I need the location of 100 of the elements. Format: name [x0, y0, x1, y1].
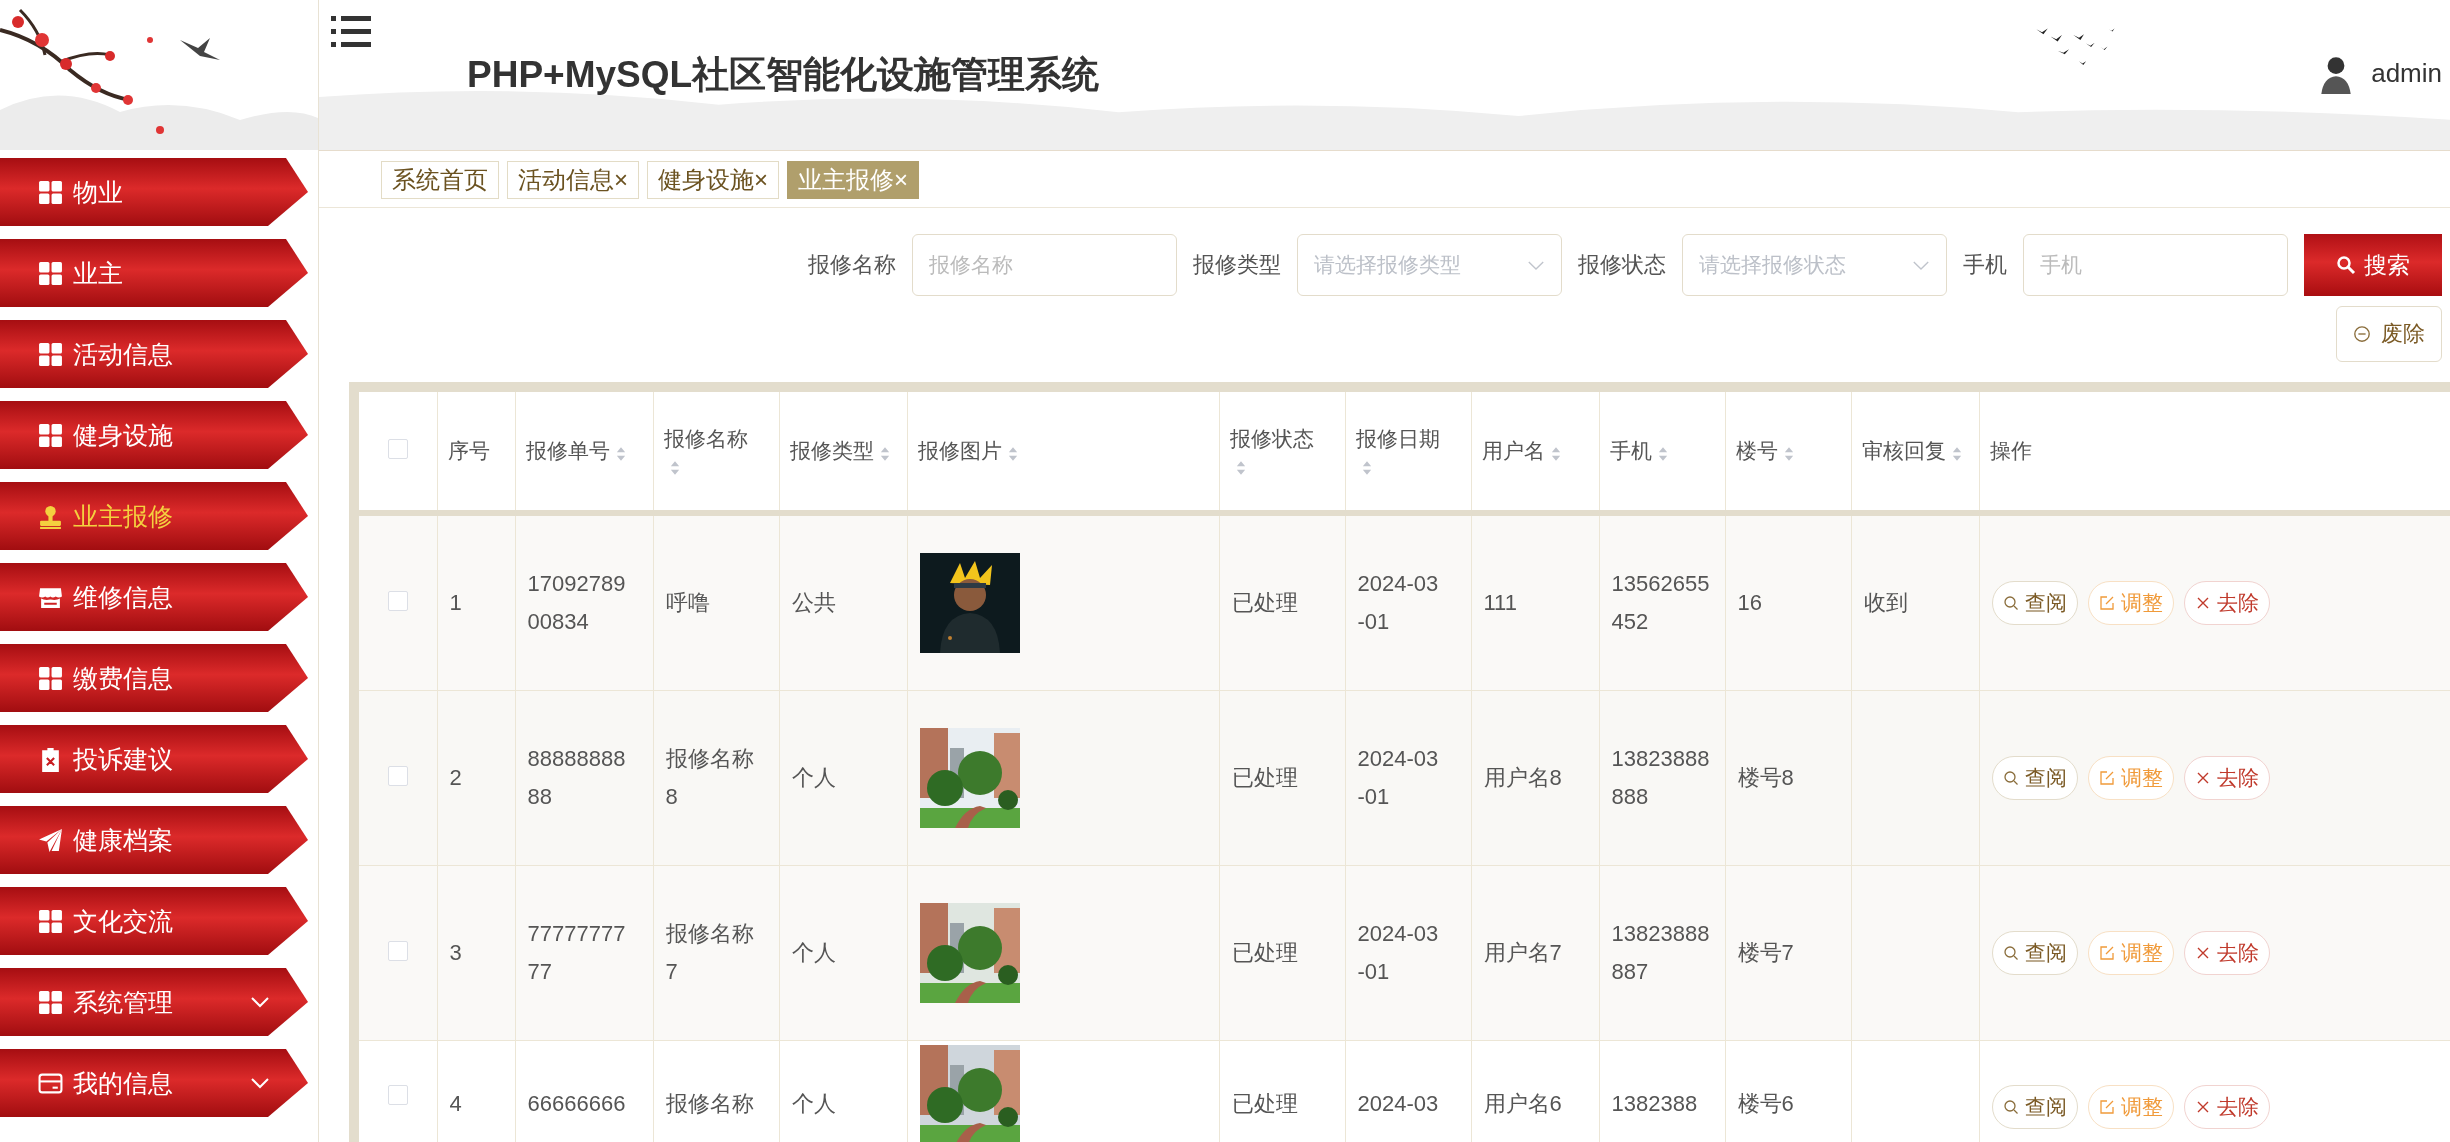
table-cell-text: 2024-03-01 — [1357, 570, 1440, 636]
column-header: 报修状态 — [1229, 427, 1314, 450]
username[interactable]: admin — [2371, 57, 2442, 89]
sort-icon[interactable] — [1007, 446, 1018, 463]
sort-icon[interactable] — [1951, 446, 1962, 463]
view-button[interactable]: 查阅 — [1991, 1085, 2078, 1129]
table-cell-text: 66666666 — [527, 1090, 627, 1118]
sort-icon[interactable] — [1235, 460, 1246, 477]
field-label: 报修状态 — [1578, 251, 1666, 279]
column-header: 报修名称 — [663, 427, 748, 450]
table-cell-text: 已处理 — [1231, 939, 1299, 967]
sort-icon[interactable] — [669, 460, 680, 477]
sidebar-item[interactable]: 健身设施 — [0, 401, 308, 469]
table-cell-text: 个人 — [791, 764, 837, 792]
delete-button[interactable]: 去除 — [2183, 931, 2270, 975]
table-cell-text: 2024-03 — [1357, 1090, 1440, 1118]
column-header: 报修图片 — [917, 439, 1002, 462]
search-icon — [2336, 255, 2356, 275]
search-icon — [2002, 945, 2019, 961]
chevron-down-icon — [1912, 259, 1930, 271]
column-header: 审核回复 — [1861, 439, 1946, 462]
sort-icon[interactable] — [1550, 446, 1561, 463]
sidebar-item[interactable]: 文化交流 — [0, 887, 308, 955]
tab[interactable]: 业主报修× — [787, 161, 920, 199]
table-cell-text: 楼号7 — [1737, 939, 1795, 967]
table-cell-text: 2024-03-01 — [1357, 920, 1440, 986]
column-header: 楼号 — [1735, 439, 1778, 462]
search-icon — [2002, 1099, 2019, 1115]
delete-button[interactable]: 去除 — [2183, 756, 2270, 800]
system-title: PHP+MySQL社区智能化设施管理系统 — [467, 53, 1100, 97]
chevron-down-icon — [250, 1077, 270, 1089]
delete-button[interactable]: 去除 — [2183, 581, 2270, 625]
delete-button[interactable]: 废除 — [2336, 306, 2442, 362]
sort-icon[interactable] — [615, 446, 626, 463]
sidebar-item[interactable]: 系统管理 — [0, 968, 308, 1036]
table-cell-text: 用户名6 — [1483, 1090, 1563, 1118]
grid-icon — [38, 665, 63, 691]
stamp-icon — [38, 503, 63, 529]
sort-icon[interactable] — [1783, 446, 1794, 463]
table-cell-text: 4 — [449, 1090, 463, 1118]
sidebar-item[interactable]: 业主报修 — [0, 482, 308, 550]
input-field[interactable]: 手机 — [2023, 234, 2288, 296]
table-cell-text: 报修名称7 — [665, 920, 755, 986]
view-button[interactable]: 查阅 — [1991, 581, 2078, 625]
delete-button[interactable]: 去除 — [2183, 1085, 2270, 1129]
tab[interactable]: 系统首页 — [381, 161, 499, 199]
table-cell-text: 13562655452 — [1611, 570, 1711, 636]
search-icon — [2002, 595, 2019, 611]
checkbox[interactable] — [387, 765, 408, 786]
sidebar-item[interactable]: 我的信息 — [0, 1049, 308, 1117]
column-header: 序号 — [447, 439, 490, 462]
table-cell-text: 111 — [1483, 589, 1518, 617]
sort-icon[interactable] — [1657, 446, 1668, 463]
checkbox[interactable] — [387, 438, 408, 459]
sort-icon[interactable] — [879, 446, 890, 463]
table-cell-text: 个人 — [791, 1090, 837, 1118]
table-cell-text: 公共 — [791, 589, 837, 617]
sidebar-item[interactable]: 投诉建议 — [0, 725, 308, 793]
table-cell-text: 报修名称 — [665, 1090, 755, 1118]
paper-plane-icon — [38, 827, 63, 853]
chevron-down-icon — [1527, 259, 1545, 271]
checkbox[interactable] — [387, 1085, 408, 1105]
sidebar-item[interactable]: 业主 — [0, 239, 308, 307]
checkbox[interactable] — [387, 940, 408, 961]
sidebar-item[interactable]: 缴费信息 — [0, 644, 308, 712]
sidebar-item[interactable]: 物业 — [0, 158, 308, 226]
column-header: 用户名 — [1481, 439, 1545, 462]
table-cell-text: 个人 — [791, 939, 837, 967]
grid-icon — [38, 341, 63, 367]
field-label: 报修名称 — [808, 251, 896, 279]
table-cell-text: 已处理 — [1231, 764, 1299, 792]
table-cell-text: 1382388 — [1611, 1090, 1699, 1118]
grid-icon — [38, 179, 63, 205]
column-header: 报修单号 — [525, 439, 610, 462]
view-button[interactable]: 查阅 — [1991, 931, 2078, 975]
table-cell-text: 8888888888 — [527, 745, 627, 811]
edit-icon — [2098, 1099, 2115, 1115]
table-cell-text: 用户名7 — [1483, 939, 1563, 967]
grid-icon — [38, 422, 63, 448]
search-button[interactable]: 搜索 — [2304, 234, 2442, 296]
table-cell-text: 7777777777 — [527, 920, 627, 986]
menu-icon[interactable] — [331, 16, 371, 48]
sidebar-item[interactable]: 健康档案 — [0, 806, 308, 874]
view-button[interactable]: 查阅 — [1991, 756, 2078, 800]
checkbox[interactable] — [387, 590, 408, 611]
sidebar-item[interactable]: 维修信息 — [0, 563, 308, 631]
edit-icon — [2098, 595, 2115, 611]
table-cell-text: 2 — [449, 764, 463, 792]
column-header: 操作 — [1989, 439, 2032, 462]
tab[interactable]: 活动信息× — [507, 161, 639, 199]
search-icon — [2002, 770, 2019, 786]
tab[interactable]: 健身设施× — [647, 161, 780, 199]
column-header: 手机 — [1609, 439, 1652, 462]
sidebar-item[interactable]: 活动信息 — [0, 320, 308, 388]
table-cell-text: 楼号8 — [1737, 764, 1795, 792]
input-field[interactable]: 报修名称 — [912, 234, 1177, 296]
table-cell-text: 1709278900834 — [527, 570, 627, 636]
table-cell-text: 3 — [449, 939, 463, 967]
sort-icon[interactable] — [1361, 460, 1372, 477]
grid-icon — [38, 908, 63, 934]
